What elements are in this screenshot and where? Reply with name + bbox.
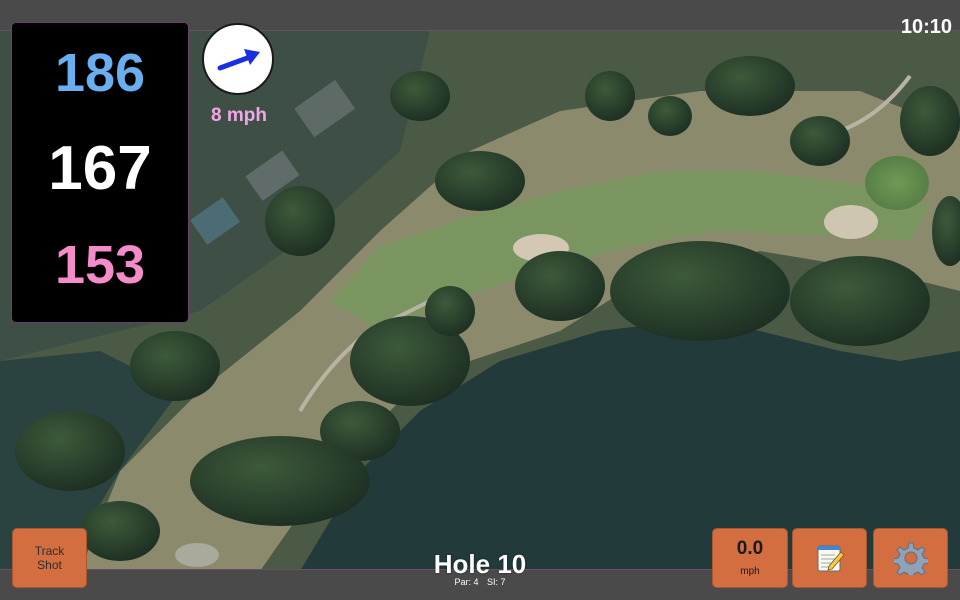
front-distance: 153 (54, 235, 146, 295)
track-shot-label: Track Shot (34, 544, 65, 572)
clock: 10:10 (900, 16, 952, 38)
notes-button[interactable] (792, 528, 867, 588)
wind-speed-label: 8 mph (211, 105, 267, 126)
hole-stroke-index: SI: 7 (487, 577, 506, 587)
wind-indicator (202, 23, 274, 95)
gear-icon (893, 542, 928, 575)
track-shot-button[interactable]: Track Shot (12, 528, 87, 588)
hole-title: Hole 10 (433, 549, 527, 579)
golf-gps-screen: 10:10 186 167 153 8 mph Track Shot Hole … (0, 0, 960, 600)
speed-value: 0.0 (736, 538, 764, 559)
settings-button[interactable] (873, 528, 948, 588)
notepad-icon (817, 545, 845, 572)
hole-info: Par: 4 SI: 7 (380, 577, 580, 588)
wind-arrow-icon (217, 49, 260, 71)
distance-panel: 186 167 153 (11, 22, 189, 323)
speed-button[interactable]: 0.0 mph (712, 528, 788, 588)
hole-par: Par: 4 (454, 577, 479, 587)
speed-unit: mph (740, 566, 760, 577)
back-distance: 186 (54, 43, 146, 103)
center-distance: 167 (48, 134, 152, 203)
